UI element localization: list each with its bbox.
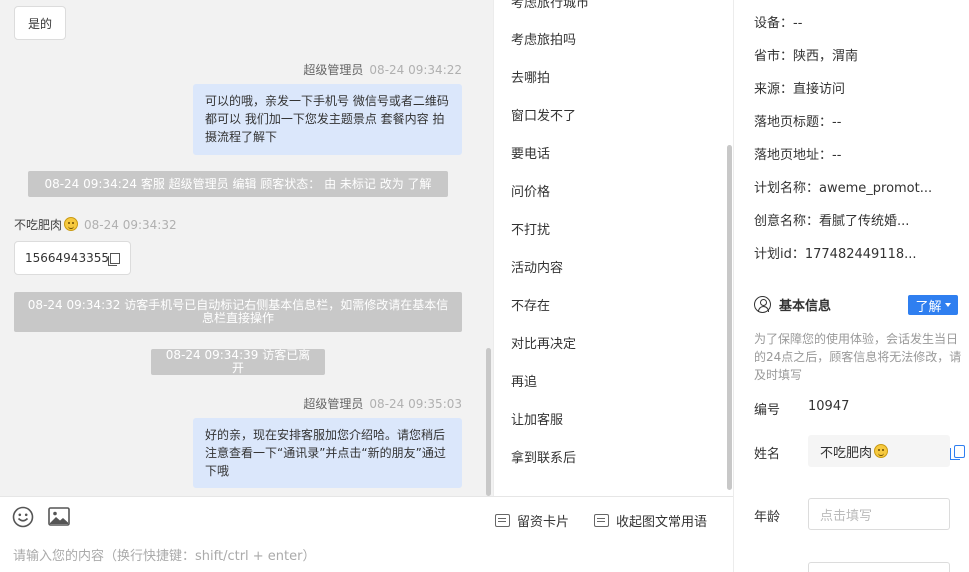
quick-reply-item[interactable]: 让加客服 bbox=[511, 409, 563, 428]
info-landing-url: 落地页地址：-- bbox=[754, 148, 842, 163]
message-icon bbox=[594, 514, 609, 527]
next-field[interactable] bbox=[808, 562, 950, 572]
message-composer: 留资卡片 收起图文常用语 请输入您的内容（换行快捷键：shift/ctrl + … bbox=[0, 496, 733, 572]
name-label: 姓名 bbox=[754, 447, 781, 462]
system-notice: 08-24 09:34:39 访客已离开 bbox=[151, 349, 325, 375]
quick-reply-item[interactable]: 去哪拍 bbox=[511, 67, 550, 86]
basic-info-title: 基本信息 bbox=[754, 295, 831, 314]
sender-name: 不吃肥肉 bbox=[14, 218, 63, 232]
quick-reply-item[interactable]: 问价格 bbox=[511, 181, 550, 200]
lead-card-button-label: 留资卡片 bbox=[517, 515, 570, 530]
system-notice-text: 08-24 09:34:24 客服 超级管理员 编辑 顾客状态： 由 未标记 改… bbox=[44, 176, 432, 191]
collapse-phrases-button-label: 收起图文常用语 bbox=[616, 515, 708, 530]
info-edit-notice: 为了保障您的使用体验，会话发生当日的24点之后，顾客信息将无法修改，请及时填写 bbox=[754, 332, 962, 382]
image-icon[interactable] bbox=[48, 507, 70, 526]
quick-reply-item[interactable]: 考虑旅行城市 bbox=[511, 0, 589, 11]
message-text: 15664943355 bbox=[25, 251, 109, 265]
collapse-phrases-button[interactable]: 收起图文常用语 bbox=[594, 511, 707, 530]
system-notice-text: 08-24 09:34:39 访客已离开 bbox=[165, 348, 311, 375]
info-province: 省市：陕西，渭南 bbox=[754, 49, 859, 64]
message-text: 好的亲，现在安排客服加您介绍哈。请您稍后注意查看一下“通讯录”并点击“新的朋友”… bbox=[205, 428, 446, 478]
info-creative-name: 创意名称：看腻了传统婚... bbox=[754, 214, 910, 229]
basic-info-title-text: 基本信息 bbox=[779, 299, 832, 314]
info-plan-name: 计划名称：aweme_promot... bbox=[754, 181, 933, 196]
lead-card-button[interactable]: 留资卡片 bbox=[495, 511, 569, 530]
quick-reply-item[interactable]: 活动内容 bbox=[511, 257, 563, 276]
smile-emoji-icon bbox=[64, 217, 79, 231]
visitor-phone-bubble: 15664943355 bbox=[14, 241, 131, 275]
quick-reply-scrollbar[interactable] bbox=[727, 145, 732, 490]
message-text: 可以的哦，亲发一下手机号 微信号或者二维码都可以 我们加一下您发主题景点 套餐内… bbox=[205, 94, 449, 144]
smile-icon[interactable] bbox=[12, 506, 34, 528]
system-notice-text: 08-24 09:34:32 访客手机号已自动标记右侧基本信息栏，如需修改请在基… bbox=[27, 298, 449, 325]
name-field-value: 不吃肥肉 bbox=[820, 445, 873, 461]
quick-reply-item[interactable]: 窗口发不了 bbox=[511, 105, 576, 124]
name-field[interactable]: 不吃肥肉 bbox=[808, 435, 950, 467]
id-value: 10947 bbox=[808, 399, 850, 414]
system-notice: 08-24 09:34:32 访客手机号已自动标记右侧基本信息栏，如需修改请在基… bbox=[14, 292, 462, 332]
system-notice: 08-24 09:34:24 客服 超级管理员 编辑 顾客状态： 由 未标记 改… bbox=[28, 171, 448, 197]
quick-reply-item[interactable]: 不打扰 bbox=[511, 219, 550, 238]
visitor-message-header: 不吃肥肉 08-24 09:34:32 bbox=[14, 216, 177, 233]
quick-reply-item[interactable]: 再追 bbox=[511, 371, 537, 390]
message-input[interactable]: 请输入您的内容（换行快捷键：shift/ctrl + enter） bbox=[13, 545, 316, 564]
age-label: 年龄 bbox=[754, 510, 781, 525]
quick-reply-item[interactable]: 拿到联系后 bbox=[511, 447, 576, 466]
quick-reply-list: 考虑旅行城市 考虑旅拍吗 去哪拍 窗口发不了 要电话 问价格 不打扰 活动内容 … bbox=[493, 0, 733, 496]
info-source: 来源：直接访问 bbox=[754, 82, 846, 97]
message-time: 08-24 09:34:32 bbox=[84, 218, 177, 232]
message-text: 是的 bbox=[27, 16, 52, 31]
quick-reply-item[interactable]: 要电话 bbox=[511, 143, 550, 162]
info-device: 设备：-- bbox=[754, 16, 803, 31]
quick-reply-item[interactable]: 不存在 bbox=[511, 295, 550, 314]
copy-icon[interactable] bbox=[950, 445, 965, 460]
info-plan-id: 计划id：177482449118... bbox=[754, 247, 917, 262]
quick-reply-item[interactable]: 考虑旅拍吗 bbox=[511, 29, 576, 48]
copy-icon[interactable] bbox=[107, 252, 120, 266]
card-icon bbox=[495, 514, 510, 527]
customer-status-dropdown[interactable]: 了解 bbox=[908, 295, 958, 315]
agent-message-header: 超级管理员 08-24 09:34:22 bbox=[303, 61, 462, 78]
caret-down-icon bbox=[944, 303, 951, 307]
visitor-message-bubble: 是的 bbox=[14, 6, 66, 40]
info-landing-title: 落地页标题：-- bbox=[754, 115, 842, 130]
sender-name: 超级管理员 bbox=[303, 397, 364, 411]
customer-status-label: 了解 bbox=[915, 299, 942, 315]
smile-emoji-icon bbox=[874, 444, 889, 458]
chat-history[interactable]: 是的 超级管理员 08-24 09:34:22 可以的哦，亲发一下手机号 微信号或… bbox=[0, 0, 493, 496]
sender-name: 超级管理员 bbox=[303, 63, 364, 77]
quick-reply-item[interactable]: 对比再决定 bbox=[511, 333, 576, 352]
chat-scrollbar[interactable] bbox=[486, 348, 491, 496]
agent-message-bubble: 好的亲，现在安排客服加您介绍哈。请您稍后注意查看一下“通讯录”并点击“新的朋友”… bbox=[193, 418, 462, 488]
age-field[interactable]: 点击填写 bbox=[808, 498, 950, 530]
agent-message-bubble: 可以的哦，亲发一下手机号 微信号或者二维码都可以 我们加一下您发主题景点 套餐内… bbox=[193, 84, 462, 155]
customer-info-panel: 设备：-- 省市：陕西，渭南 来源：直接访问 落地页标题：-- 落地页地址：--… bbox=[733, 0, 969, 572]
id-label: 编号 bbox=[754, 403, 781, 418]
agent-message-header: 超级管理员 08-24 09:35:03 bbox=[303, 395, 462, 412]
age-field-placeholder: 点击填写 bbox=[820, 508, 873, 524]
message-time: 08-24 09:35:03 bbox=[369, 397, 462, 411]
message-time: 08-24 09:34:22 bbox=[369, 63, 462, 77]
person-icon bbox=[754, 296, 771, 313]
